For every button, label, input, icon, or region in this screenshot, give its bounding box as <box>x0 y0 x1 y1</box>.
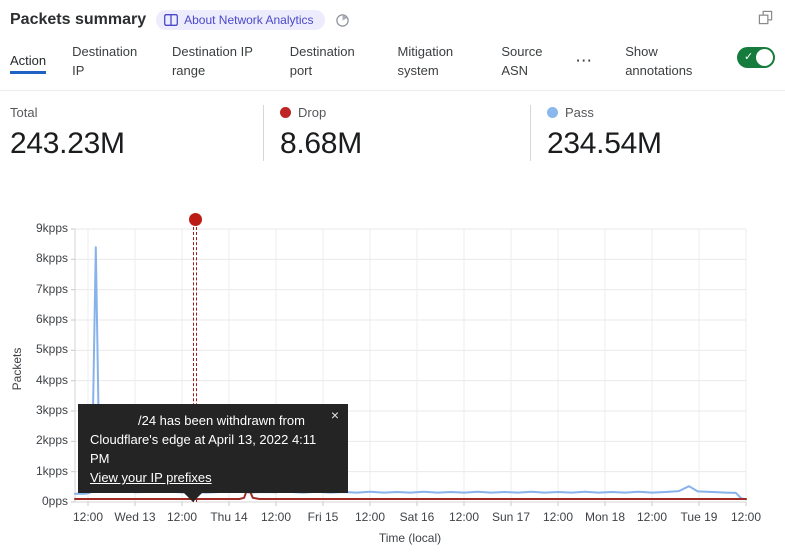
x-tick-label: 12:00 <box>534 510 582 524</box>
y-tick-label: 3kpps <box>18 403 68 417</box>
stats-row: Total 243.23M Drop 8.68M Pass 234.54M <box>0 91 785 173</box>
x-tick-label: Mon 18 <box>581 510 629 524</box>
packets-chart: Packets Time (local) × /24 has been with… <box>0 210 785 555</box>
about-network-analytics-badge[interactable]: About Network Analytics <box>156 10 324 30</box>
y-tick-label: 7kpps <box>18 282 68 296</box>
stat-total-label: Total <box>10 105 37 120</box>
x-tick-label: 12:00 <box>252 510 300 524</box>
more-tabs-button[interactable]: ⋯ <box>575 53 593 69</box>
toggle-check-icon: ✓ <box>744 50 753 63</box>
x-tick-label: Wed 13 <box>111 510 159 524</box>
popout-icon <box>758 10 773 30</box>
x-tick-label: 12:00 <box>64 510 112 524</box>
tab-label: Source ASN <box>501 44 542 78</box>
stat-total-value: 243.23M <box>10 127 263 161</box>
popout-button[interactable] <box>758 10 773 30</box>
stat-total: Total 243.23M <box>0 105 263 161</box>
y-tick-label: 0pps <box>18 494 68 508</box>
x-tick-label: 12:00 <box>346 510 394 524</box>
x-tick-label: Tue 19 <box>675 510 723 524</box>
x-tick-label: 12:00 <box>158 510 206 524</box>
packets-summary-panel: Packets summary About Network Analytics … <box>0 0 785 555</box>
tooltip-text-line2: Cloudflare's edge at April 13, 2022 4:11… <box>90 430 336 468</box>
tab-action[interactable]: Action <box>10 51 46 70</box>
x-tick-label: 12:00 <box>440 510 488 524</box>
panel-header: Packets summary About Network Analytics <box>0 0 785 30</box>
stat-drop-value: 8.68M <box>280 127 530 161</box>
page-title: Packets summary <box>10 11 146 29</box>
y-tick-label: 6kpps <box>18 312 68 326</box>
show-annotations-toggle[interactable]: ✓ <box>737 47 775 68</box>
y-tick-label: 1kpps <box>18 464 68 478</box>
tab-label: Destination IP range <box>172 44 253 78</box>
tab-label: Destination port <box>290 44 355 78</box>
tab-destination-ip-range[interactable]: Destination IP range <box>172 42 264 80</box>
toggle-knob <box>756 49 773 66</box>
x-tick-label: Sat 16 <box>393 510 441 524</box>
stat-pass-value: 234.54M <box>547 127 785 161</box>
dimension-tabs: Action Destination IP Destination IP range… <box>0 30 785 91</box>
drop-legend-dot <box>280 107 291 118</box>
x-tick-label: Thu 14 <box>205 510 253 524</box>
tab-label: Mitigation system <box>398 44 454 78</box>
tab-label: Action <box>10 53 46 74</box>
tab-mitigation-system[interactable]: Mitigation system <box>398 42 476 80</box>
tab-destination-ip[interactable]: Destination IP <box>72 42 146 80</box>
y-tick-label: 8kpps <box>18 251 68 265</box>
y-tick-label: 2kpps <box>18 433 68 447</box>
stat-pass: Pass 234.54M <box>530 105 785 161</box>
x-axis-title: Time (local) <box>350 531 470 545</box>
book-icon <box>164 14 178 26</box>
tooltip-text-line1: /24 has been withdrawn from <box>90 411 336 430</box>
tooltip-caret <box>183 492 203 502</box>
stat-pass-label: Pass <box>565 105 594 120</box>
about-badge-label: About Network Analytics <box>184 13 313 27</box>
tab-destination-port[interactable]: Destination port <box>290 42 372 80</box>
x-tick-label: 12:00 <box>722 510 770 524</box>
y-tick-label: 4kpps <box>18 373 68 387</box>
x-tick-label: Fri 15 <box>299 510 347 524</box>
tab-source-asn[interactable]: Source ASN <box>501 42 549 80</box>
pass-legend-dot <box>547 107 558 118</box>
y-tick-label: 9kpps <box>18 221 68 235</box>
x-tick-label: Sun 17 <box>487 510 535 524</box>
x-tick-label: 12:00 <box>628 510 676 524</box>
tooltip-close-icon[interactable]: × <box>331 408 339 422</box>
annotation-tooltip: × /24 has been withdrawn from Cloudflare… <box>78 404 348 493</box>
stat-drop: Drop 8.68M <box>263 105 530 161</box>
show-annotations-label: Show annotations <box>625 42 711 80</box>
tab-label: Destination IP <box>72 44 137 78</box>
annotation-marker-dot[interactable] <box>189 213 202 226</box>
y-tick-label: 5kpps <box>18 342 68 356</box>
time-window-icon[interactable] <box>335 13 350 28</box>
view-ip-prefixes-link[interactable]: View your IP prefixes <box>90 468 212 487</box>
stat-drop-label: Drop <box>298 105 326 120</box>
